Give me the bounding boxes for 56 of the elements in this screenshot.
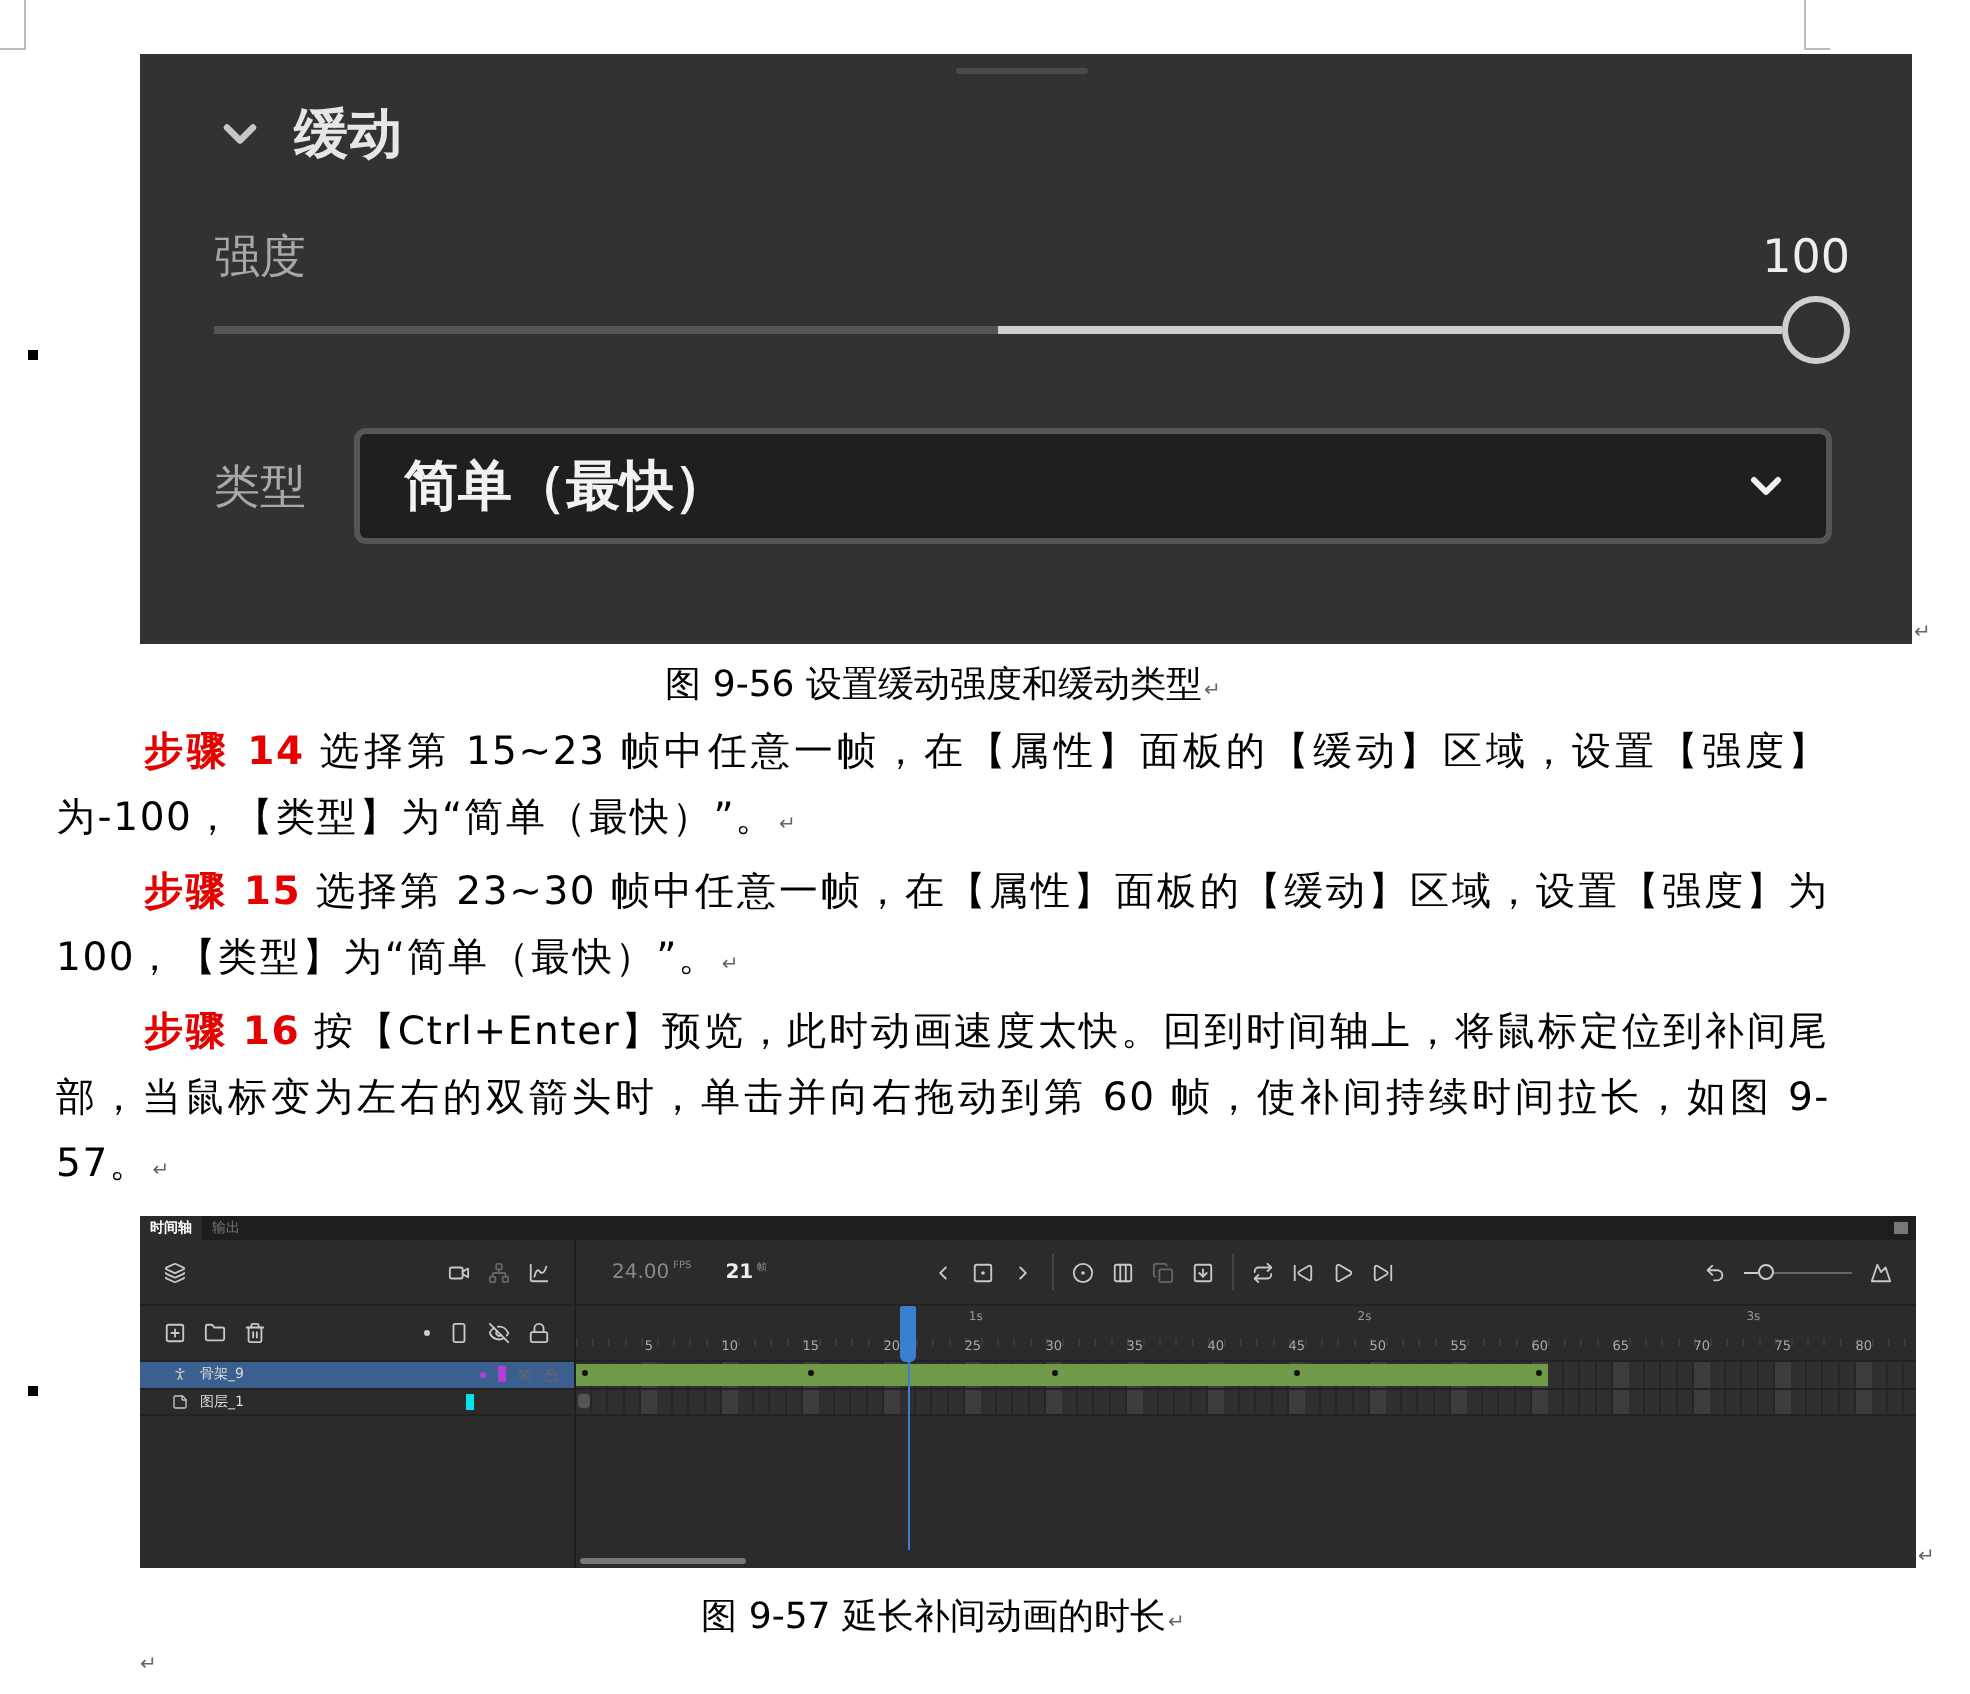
zoom-thumb[interactable] [1757, 1264, 1774, 1280]
scrollbar[interactable] [580, 1558, 746, 1564]
graph-icon[interactable] [528, 1261, 550, 1283]
camera-icon[interactable] [448, 1261, 470, 1283]
slider-thumb[interactable] [1782, 296, 1850, 364]
playhead[interactable] [900, 1306, 917, 1362]
dot-icon [480, 1371, 486, 1378]
add-layer-icon[interactable] [164, 1322, 186, 1344]
current-frame: 21 [725, 1261, 754, 1283]
dot-icon[interactable] [424, 1330, 430, 1336]
folder-icon[interactable] [204, 1322, 226, 1344]
keyframe-dot[interactable] [1536, 1370, 1543, 1376]
return-mark: ↵ [1914, 622, 1931, 644]
figure-caption: 图 9-56 设置缓动强度和缓动类型↵ [663, 662, 1223, 710]
network-icon[interactable] [488, 1261, 510, 1283]
step-paragraph: 步骤 16 按【Ctrl+Enter】预览，此时动画速度太快。回到时间轴上，将鼠标定位到补间尾部，当鼠标变为左右的双箭头时，单击并向右拖动到第 60 帧，使补间持续时间拉长，如图 9-57。↵ [56, 1006, 1830, 1190]
layer-icon [172, 1393, 188, 1410]
step-back-icon[interactable] [1291, 1261, 1314, 1283]
return-mark: ↵ [1918, 1546, 1935, 1568]
step-forward-icon[interactable] [1371, 1261, 1394, 1283]
crop-mark [0, 0, 26, 50]
keyframe-dot[interactable] [581, 1370, 588, 1376]
outline-icon[interactable] [448, 1322, 470, 1344]
type-dropdown[interactable]: 简单（最快） [354, 428, 1832, 544]
step-paragraph: 步骤 14 选择第 15~23 帧中任意一帧，在【属性】面板的【缓动】区域，设置【强度】为-100，【类型】为“简单（最快）”。↵ [56, 726, 1830, 844]
section-title: 缓动 [294, 102, 402, 170]
layer-color-swatch[interactable] [498, 1366, 506, 1383]
keyframe-dot[interactable] [807, 1370, 814, 1376]
strength-label: 强度 [214, 230, 306, 288]
type-label: 类型 [214, 459, 306, 517]
undo-icon[interactable] [1704, 1261, 1727, 1283]
eye-off-icon[interactable] [488, 1322, 510, 1344]
keyframe-marker[interactable] [578, 1393, 590, 1407]
insert-icon[interactable] [1191, 1261, 1214, 1283]
lock-icon[interactable] [528, 1322, 550, 1344]
strength-value: 100 [1762, 231, 1850, 283]
keyframe-dot[interactable] [1051, 1370, 1058, 1376]
layers-icon[interactable] [164, 1261, 186, 1283]
step-paragraph: 步骤 15 选择第 23~30 帧中任意一帧，在【属性】面板的【缓动】区域，设置【强度】为 100，【类型】为“简单（最快）”。↵ [56, 866, 1830, 984]
trash-icon[interactable] [244, 1322, 266, 1344]
copy-icon[interactable] [1151, 1261, 1174, 1283]
anchor-icon [28, 1386, 38, 1396]
return-mark: ↵ [140, 1654, 159, 1678]
figure-icon [172, 1366, 188, 1383]
mountain-icon[interactable] [1870, 1261, 1893, 1283]
crop-mark [1804, 0, 1830, 50]
onion-skin-icon[interactable] [1071, 1261, 1094, 1283]
loop-icon[interactable] [1251, 1261, 1274, 1283]
play-icon[interactable] [1331, 1261, 1354, 1283]
figure-caption: 图 9-57 延长补间动画的时长↵ [699, 1594, 1187, 1642]
anchor-icon [28, 349, 38, 359]
layer-color-swatch[interactable] [466, 1393, 474, 1410]
columns-icon[interactable] [1111, 1261, 1134, 1283]
fps-value: 24.00 [612, 1261, 670, 1283]
keyframe-dot[interactable] [1293, 1370, 1300, 1376]
keyframe-icon[interactable] [971, 1261, 994, 1283]
